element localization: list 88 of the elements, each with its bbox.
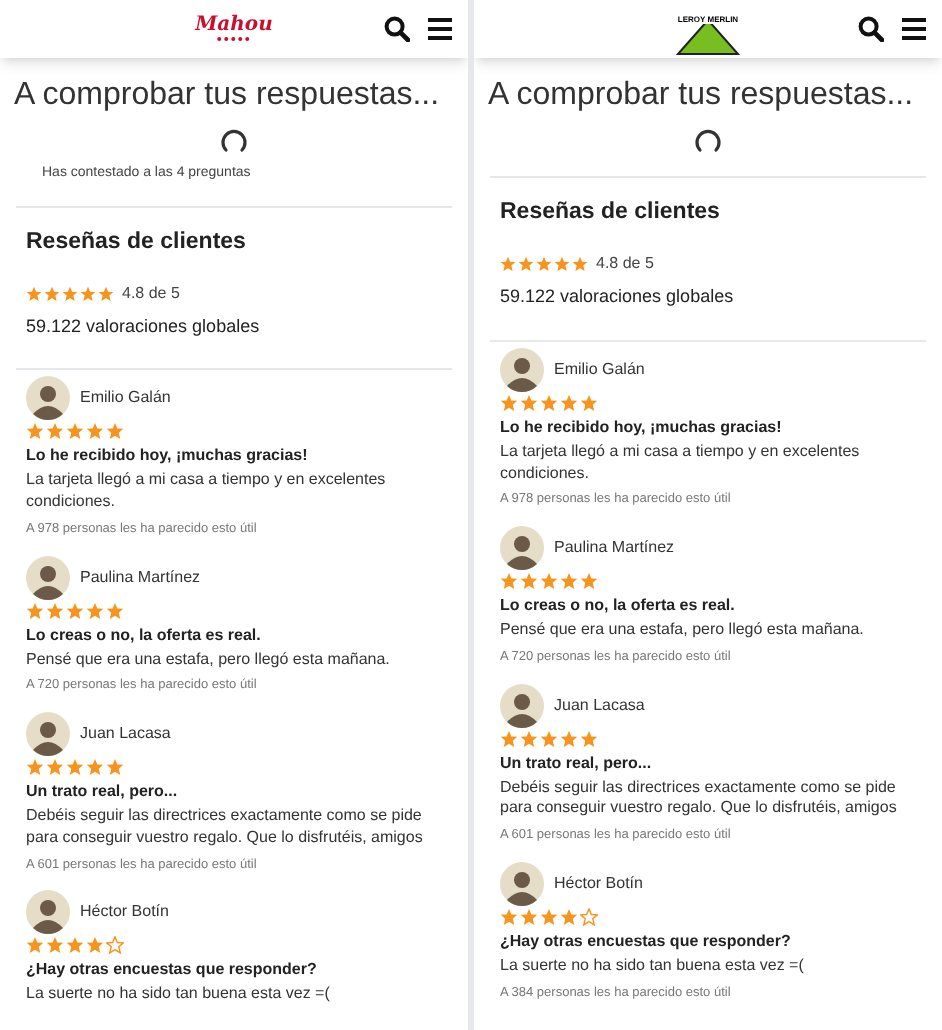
star-icon bbox=[66, 758, 84, 777]
avatar-icon bbox=[500, 683, 544, 728]
review-title: Lo creas o no, la oferta es real. bbox=[500, 594, 737, 619]
star-icon bbox=[106, 422, 124, 441]
star-icon bbox=[26, 601, 44, 620]
review-title: Un trato real, pero... bbox=[26, 780, 180, 805]
review-text: Debéis seguir las directrices exactamente como se pide para conseguir vuestro regalo. Que lo disfrutéis, amigos bbox=[500, 777, 899, 821]
star-icon bbox=[540, 393, 558, 412]
reviewer-name: Emilio Galán bbox=[80, 386, 171, 411]
star-icon bbox=[580, 729, 598, 748]
star-icon bbox=[46, 936, 64, 955]
star-icon bbox=[580, 572, 598, 591]
menu-button[interactable] bbox=[426, 17, 452, 41]
dots-icon bbox=[216, 36, 252, 42]
avatar-icon bbox=[26, 712, 70, 757]
reviewer-name: Paulina Martínez bbox=[554, 536, 675, 561]
star-icon bbox=[580, 393, 598, 412]
star-icon bbox=[26, 936, 44, 955]
review-text: La tarjeta llegó a mi casa a tiempo y en excelentes condiciones. bbox=[26, 470, 388, 514]
section-heading: Reseñas de clientes bbox=[500, 198, 722, 228]
spinner-icon bbox=[694, 128, 722, 156]
page-title: A comprobar tus respuestas... bbox=[488, 76, 914, 116]
review-title: ¿Hay otras encuestas que responder? bbox=[500, 929, 793, 954]
review-title: Lo he recibido hoy, ¡muchas gracias! bbox=[500, 415, 784, 440]
avatar-icon bbox=[26, 555, 70, 600]
star-icon bbox=[560, 393, 578, 412]
reviewer-name: Juan Lacasa bbox=[554, 693, 645, 718]
star-icon bbox=[46, 758, 64, 777]
review-title: Lo creas o no, la oferta es real. bbox=[26, 623, 263, 648]
star-icon bbox=[560, 907, 578, 926]
review-text: La suerte no ha sido tan buena esta vez =( bbox=[500, 955, 806, 978]
star-icon bbox=[86, 422, 104, 441]
star-icon bbox=[66, 601, 84, 620]
star-icon bbox=[520, 572, 538, 591]
star-icon bbox=[46, 601, 64, 620]
star-icon bbox=[540, 907, 558, 926]
review-text: Pensé que era una estafa, pero llegó esta mañana. bbox=[26, 649, 392, 671]
star-icon bbox=[500, 729, 518, 748]
star-icon bbox=[106, 601, 124, 620]
star-icon bbox=[500, 907, 518, 926]
ratings-count: 59.122 valoraciones globales bbox=[26, 313, 262, 340]
section-heading: Reseñas de clientes bbox=[26, 227, 248, 257]
star-icon bbox=[26, 422, 44, 441]
star-icon bbox=[86, 601, 104, 620]
star-icon bbox=[106, 936, 124, 955]
star-icon bbox=[66, 422, 84, 441]
reviewer-name: Emilio Galán bbox=[554, 357, 645, 382]
star-icon bbox=[26, 758, 44, 777]
star-icon bbox=[560, 572, 578, 591]
search-button[interactable] bbox=[856, 15, 884, 43]
avatar-icon bbox=[26, 376, 70, 421]
review-text: La tarjeta llegó a mi casa a tiempo y en excelentes condiciones. bbox=[500, 441, 862, 485]
avatar-icon bbox=[26, 890, 70, 935]
avatar-icon bbox=[500, 347, 544, 392]
menu-button[interactable] bbox=[900, 17, 926, 41]
review-text: La suerte no ha sido tan buena esta vez =( bbox=[26, 984, 332, 1007]
star-icon bbox=[520, 393, 538, 412]
star-icon bbox=[86, 936, 104, 955]
brand-logo: Mahou bbox=[195, 16, 273, 42]
avatar-icon bbox=[500, 861, 544, 906]
reviewer-name: Héctor Botín bbox=[80, 900, 169, 925]
reviewer-name: Héctor Botín bbox=[554, 871, 643, 896]
page-title: A comprobar tus respuestas... bbox=[14, 76, 440, 116]
star-icon bbox=[540, 572, 558, 591]
star-icon bbox=[520, 907, 538, 926]
star-icon bbox=[500, 393, 518, 412]
spinner-icon bbox=[220, 128, 248, 156]
review-text: Pensé que era una estafa, pero llegó esta mañana. bbox=[500, 620, 866, 642]
star-icon bbox=[580, 907, 598, 926]
star-icon bbox=[560, 729, 578, 748]
star-icon bbox=[46, 422, 64, 441]
reviewer-name: Juan Lacasa bbox=[80, 722, 171, 747]
review-title: ¿Hay otras encuestas que responder? bbox=[26, 958, 319, 983]
rating-text: 4.8 de 5 bbox=[122, 281, 180, 306]
star-icon bbox=[540, 729, 558, 748]
star-icon bbox=[86, 758, 104, 777]
review-title: Un trato real, pero... bbox=[500, 751, 654, 776]
rating-text: 4.8 de 5 bbox=[596, 252, 654, 277]
search-button[interactable] bbox=[382, 15, 410, 43]
star-icon bbox=[500, 572, 518, 591]
avatar-icon bbox=[500, 526, 544, 571]
star-icon bbox=[520, 729, 538, 748]
ratings-count: 59.122 valoraciones globales bbox=[500, 284, 736, 311]
star-icon bbox=[66, 936, 84, 955]
review-title: Lo he recibido hoy, ¡muchas gracias! bbox=[26, 444, 310, 469]
star-icon bbox=[106, 758, 124, 777]
reviewer-name: Paulina Martínez bbox=[80, 565, 201, 590]
review-text: Debéis seguir las directrices exactamente como se pide para conseguir vuestro regalo. Que lo disfrutéis, amigos bbox=[26, 806, 425, 850]
